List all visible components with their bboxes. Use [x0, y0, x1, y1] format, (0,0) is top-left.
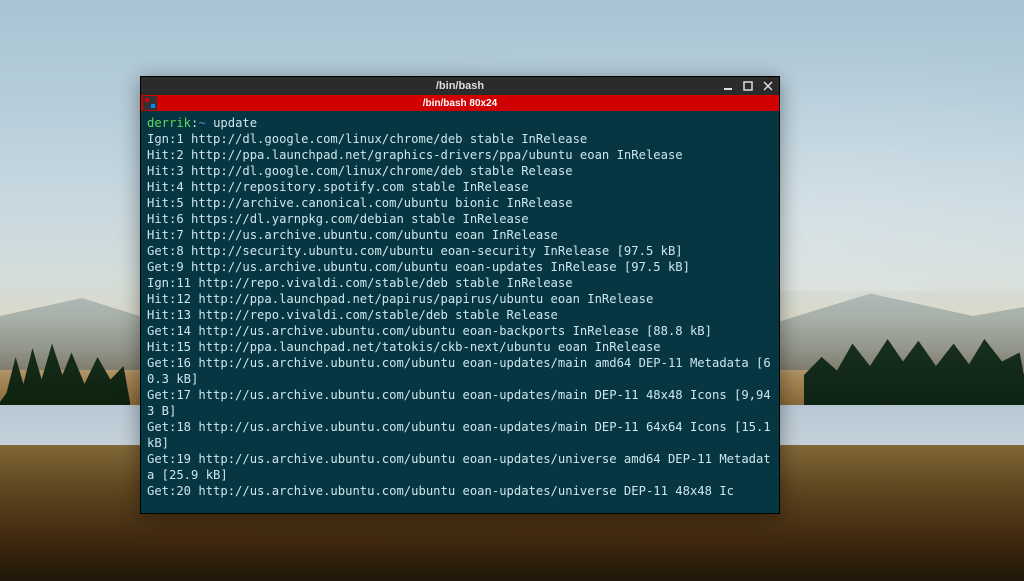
terminal-output[interactable]: derrik:~ update Ign:1 http://dl.google.c… — [141, 111, 779, 513]
prompt-command: update — [213, 116, 257, 130]
minimize-button[interactable] — [721, 79, 735, 93]
terminal-window[interactable]: /bin/bash /bin/bash 80x24 derrik:~ updat… — [140, 76, 780, 514]
prompt-user: derrik — [147, 116, 191, 130]
close-button[interactable] — [761, 79, 775, 93]
terminal-tab-bar[interactable]: /bin/bash 80x24 — [141, 95, 779, 111]
terminal-tab-title: /bin/bash 80x24 — [423, 98, 497, 109]
terminal-app-icon — [143, 96, 157, 110]
window-title: /bin/bash — [436, 80, 484, 92]
window-titlebar[interactable]: /bin/bash — [141, 77, 779, 95]
terminal-lines: Ign:1 http://dl.google.com/linux/chrome/… — [147, 132, 778, 498]
window-controls — [721, 77, 775, 95]
maximize-button[interactable] — [741, 79, 755, 93]
prompt-path: ~ — [198, 116, 205, 130]
prompt-symbol — [206, 116, 213, 130]
